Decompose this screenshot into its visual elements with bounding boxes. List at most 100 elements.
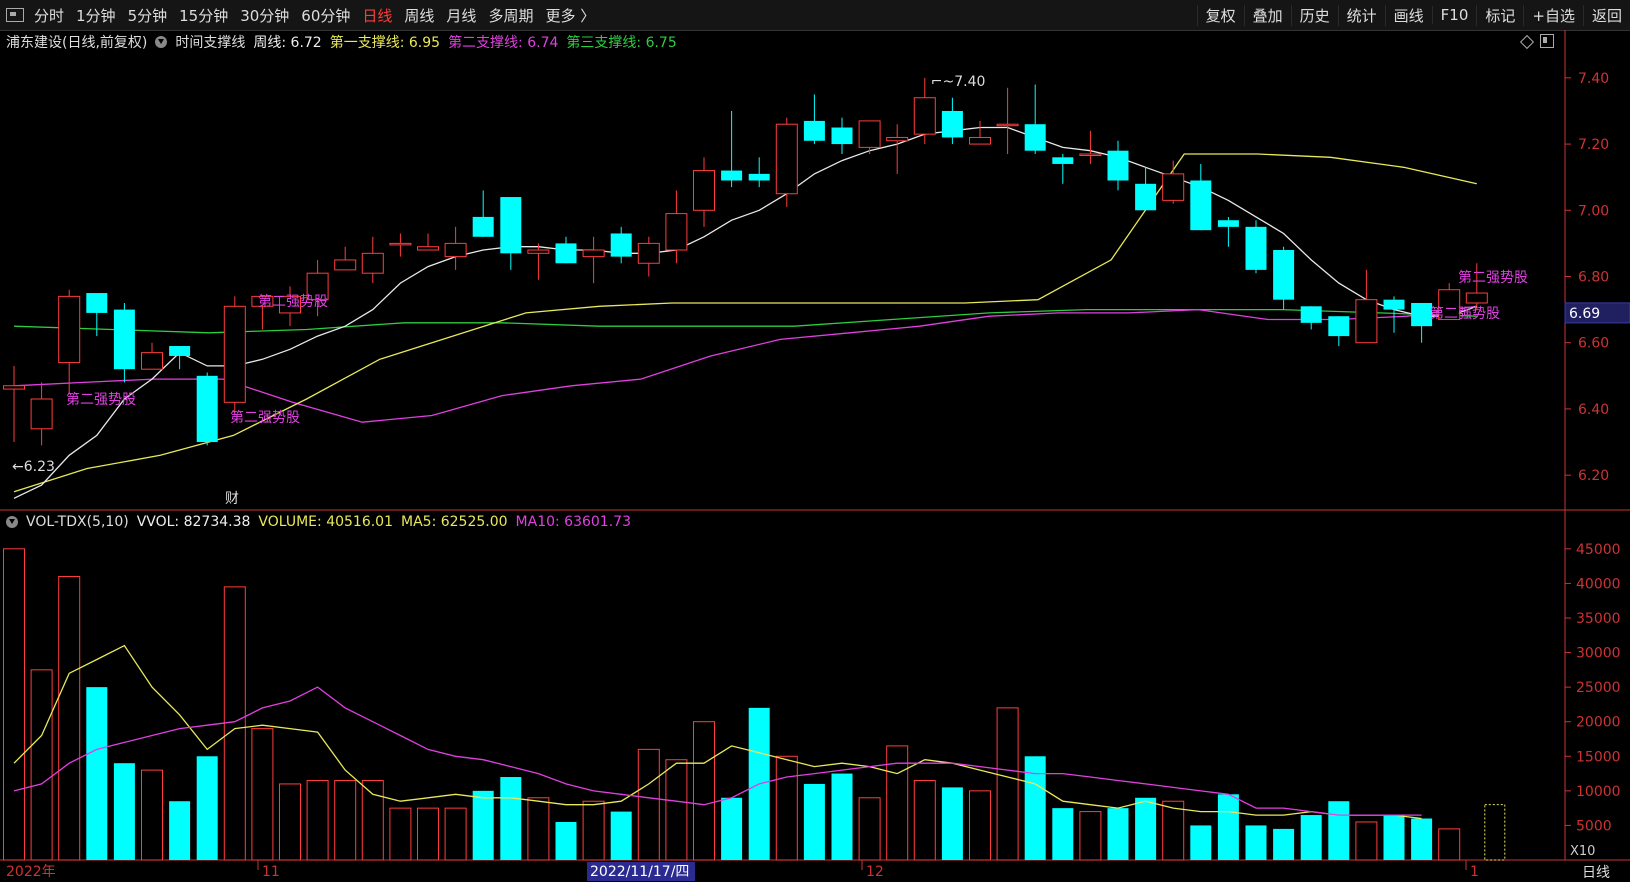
volume-bar-up: [251, 728, 274, 861]
vol-tick-label: 5000: [1576, 818, 1612, 834]
candle-body-down: [721, 170, 743, 181]
candle-body-down: [472, 216, 494, 237]
strong-stock-label: 第二强势股: [1430, 305, 1500, 322]
price-tick-label: 7.20: [1578, 137, 1609, 153]
candle-body-down: [803, 120, 825, 141]
volume-bar-up: [582, 800, 605, 861]
volume-bar-down: [1135, 797, 1157, 860]
candle-body-up: [858, 120, 881, 148]
date-label-jan: 1: [1470, 864, 1479, 880]
price-tick-label: 6.20: [1578, 468, 1609, 484]
volume-bar-up: [1438, 828, 1461, 861]
vol-tick-label: 40000: [1576, 576, 1621, 592]
candle-body-down: [196, 375, 218, 443]
candle-body-up: [582, 249, 605, 258]
volume-bar-up: [223, 586, 246, 861]
candle-body-down: [1052, 157, 1074, 164]
volume-bar-up: [334, 779, 357, 861]
volume-bar-down: [169, 801, 191, 860]
volume-bar-down: [1411, 818, 1433, 860]
volume-bar-down: [1052, 808, 1074, 860]
period-indicator-label: 日线: [1582, 865, 1610, 881]
date-label-dec: 12: [866, 864, 884, 880]
volume-bar-up: [141, 769, 163, 861]
volume-bar-up: [417, 807, 439, 861]
candle-body-up: [996, 123, 1019, 127]
candle-body-up: [1465, 292, 1488, 304]
candle-body-up: [775, 123, 798, 195]
volume-bar-up: [858, 797, 881, 861]
volume-bar-down: [941, 787, 963, 860]
volume-bar-up: [996, 707, 1019, 861]
volume-bar-down: [196, 756, 218, 860]
candle-body-up: [444, 242, 467, 258]
volume-bar-down: [721, 797, 743, 860]
low-price-label: ←6.23: [12, 459, 55, 475]
volume-bar-down: [86, 687, 108, 860]
price-tick-label: 7.40: [1578, 71, 1609, 87]
volume-bar-down: [1273, 828, 1295, 860]
vol-tick-label: 20000: [1576, 715, 1621, 731]
volume-bar-up: [361, 779, 384, 861]
candle-body-down: [169, 346, 191, 356]
volume-bar-up: [665, 759, 688, 861]
candle-body-up: [3, 385, 25, 390]
volume-bar-down: [1024, 756, 1046, 860]
volume-bar-down: [610, 811, 632, 860]
candle-body-up: [693, 170, 715, 211]
candle-body-down: [1190, 180, 1212, 231]
volume-bar-down: [831, 773, 853, 860]
candle-body-down: [1135, 183, 1157, 211]
candle-body-up: [58, 295, 81, 364]
vol-unit-label: X10: [1570, 844, 1595, 859]
candle-body-up: [665, 213, 688, 251]
strong-stock-label: 第二强势股: [230, 409, 300, 426]
candle-body-down: [1273, 250, 1295, 300]
volume-bar-up: [527, 797, 550, 861]
vol-tick-label: 15000: [1576, 749, 1621, 765]
candle-body-up: [417, 246, 439, 251]
vol-tick-label: 45000: [1576, 542, 1621, 558]
volume-bar-down: [500, 777, 522, 860]
candle-body-up: [527, 249, 550, 254]
volume-bar-up: [775, 755, 798, 861]
candle-body-down: [1107, 150, 1129, 181]
candle-body-down: [86, 293, 108, 313]
candle-body-up: [141, 352, 163, 370]
volume-bar-up: [1355, 821, 1378, 861]
volume-bar-up: [58, 575, 81, 861]
vol-tick-label: 10000: [1576, 784, 1621, 800]
volume-bar-down: [472, 790, 494, 860]
volume-bar-up: [444, 807, 467, 861]
candle-body-down: [113, 309, 135, 370]
candle-body-down: [1328, 316, 1350, 337]
date-label-nov: 11: [262, 864, 280, 880]
volume-bar-current: [1484, 804, 1506, 861]
candle-body-up: [1162, 173, 1185, 201]
current-price-label: 6.69: [1569, 306, 1600, 322]
candle-body-down: [1245, 226, 1267, 270]
high-price-label: ⌐~7.40: [931, 74, 986, 90]
volume-bar-down: [1107, 808, 1129, 860]
volume-bar-up: [693, 721, 715, 861]
candle-body-down: [941, 110, 963, 138]
strong-stock-label: 第二强势股: [1458, 269, 1528, 286]
candle-body-up: [334, 259, 357, 271]
kline-chart[interactable]: 7.40 7.20 7.00 6.80 6.60 6.40 6.20 6.69 45000 400…: [0, 0, 1630, 882]
price-tick-label: 6.60: [1578, 336, 1609, 352]
strong-stock-label: 第二强势股: [66, 391, 136, 408]
candle-body-up: [223, 305, 246, 403]
volume-bar-up: [969, 790, 991, 861]
candle-body-up: [1079, 153, 1102, 157]
volume-bar-down: [113, 763, 135, 860]
strong-stock-label: 第二强势股: [258, 293, 328, 310]
candle-body-down: [831, 127, 853, 145]
volume-bar-down: [555, 821, 577, 860]
volume-bar-down: [1217, 794, 1239, 860]
candle-body-up: [913, 97, 936, 135]
candle-body-down: [500, 197, 522, 254]
price-tick-label: 7.00: [1578, 203, 1609, 219]
vol-tick-label: 25000: [1576, 680, 1621, 696]
candle-body-up: [1355, 299, 1378, 344]
candle-body-down: [610, 233, 632, 257]
